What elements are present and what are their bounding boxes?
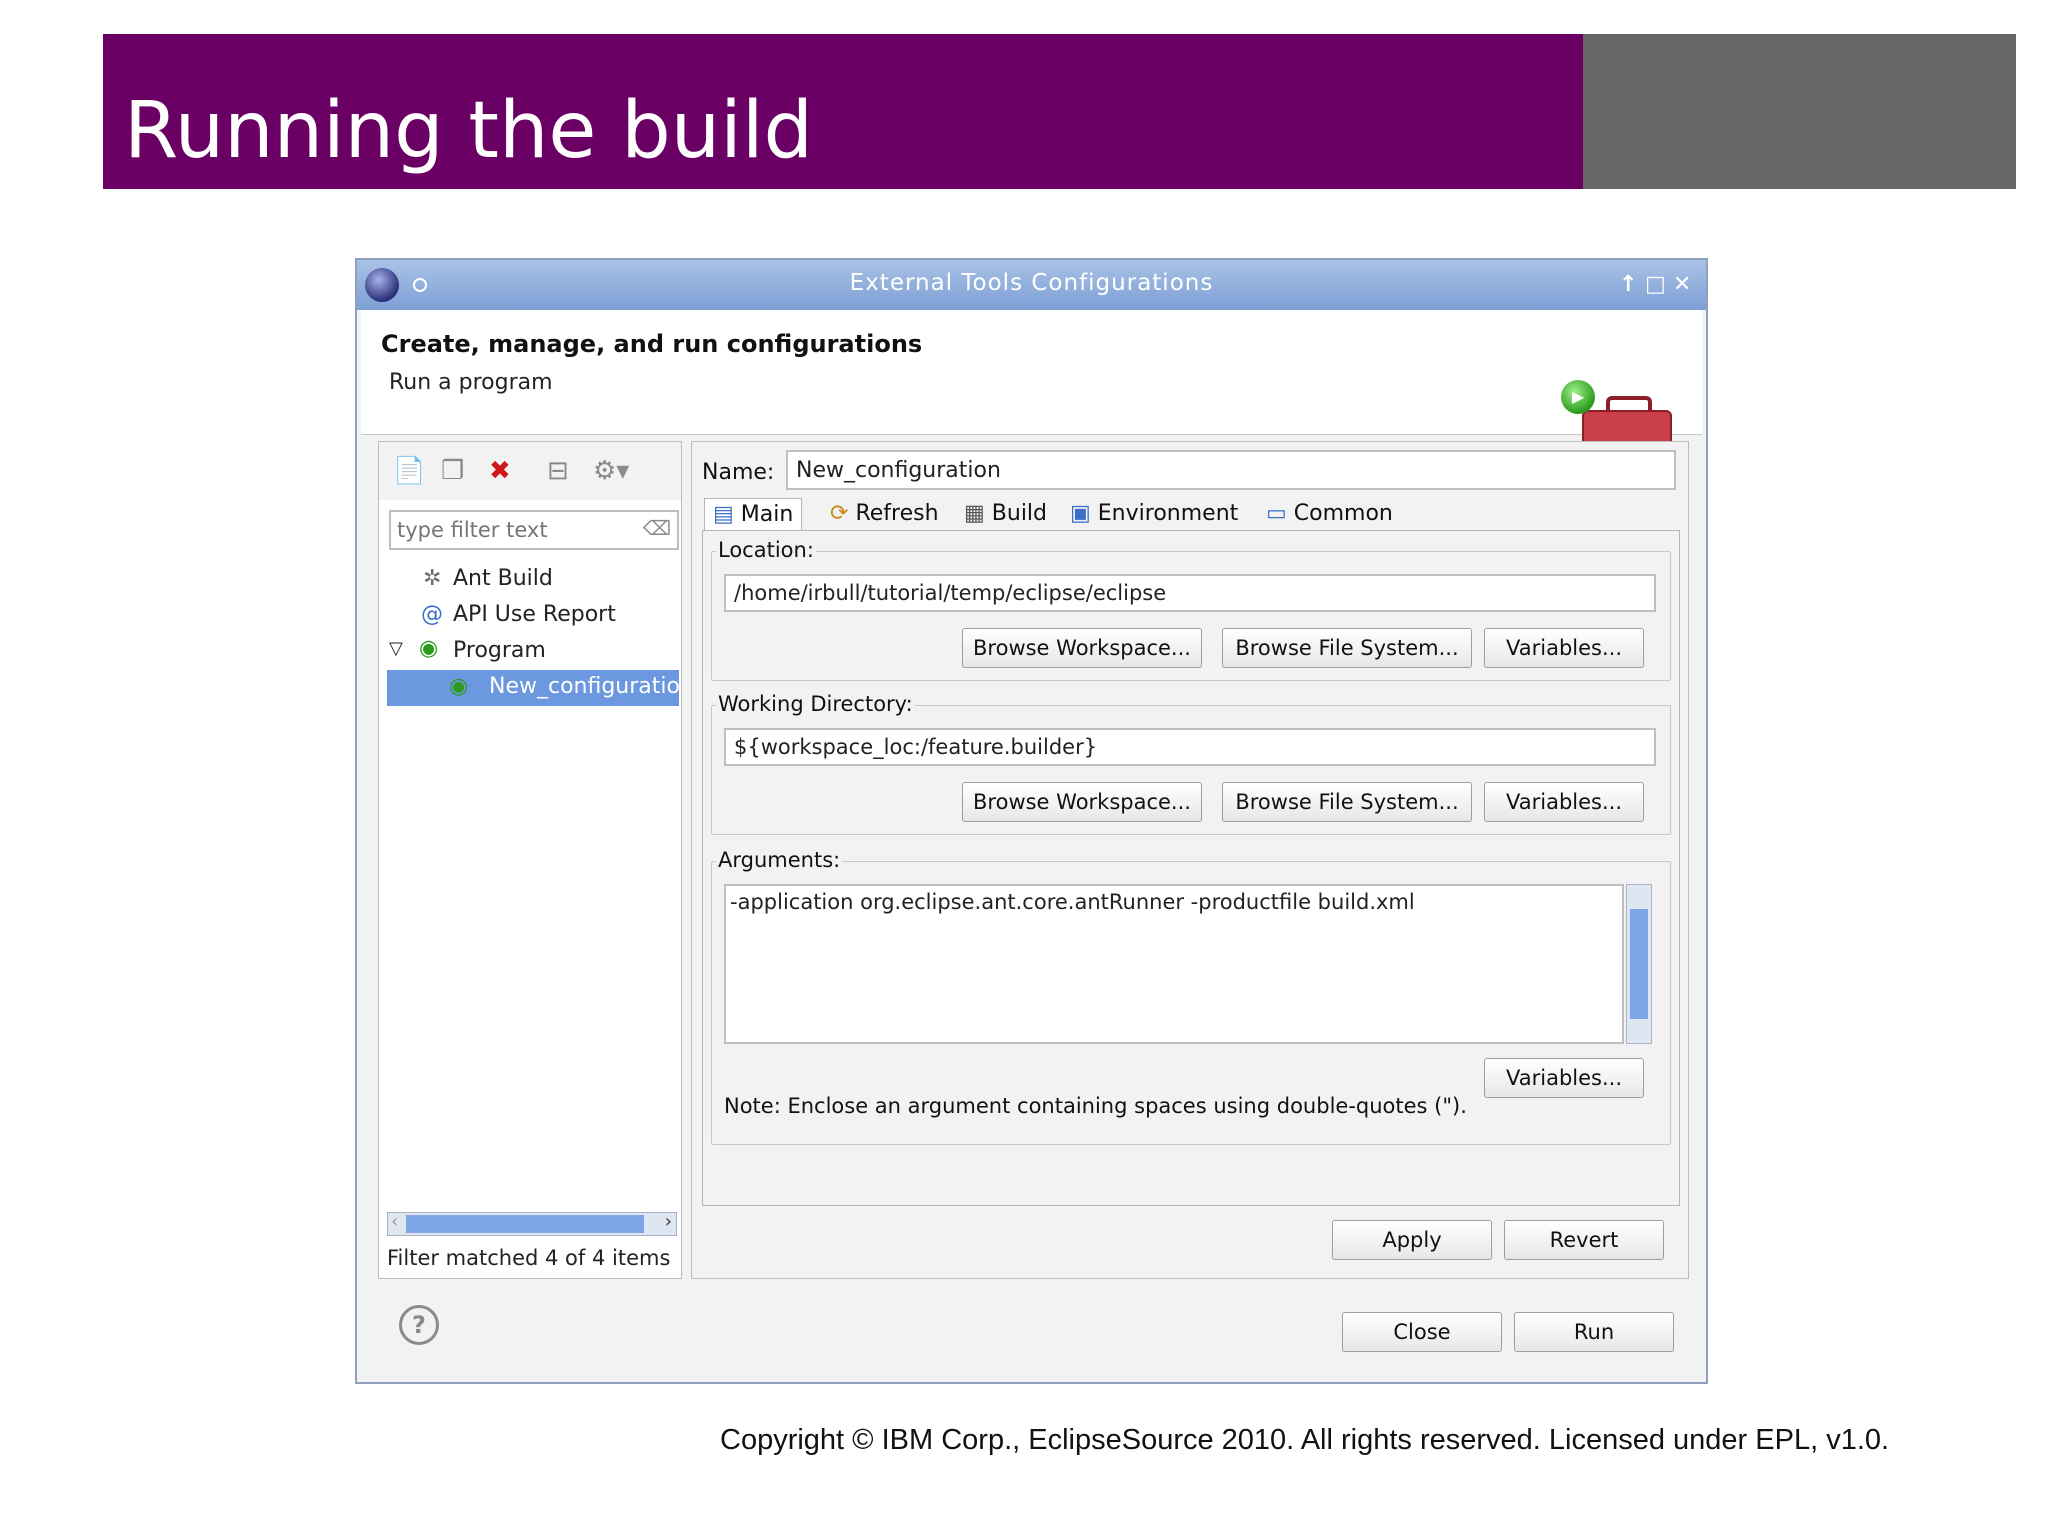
window-title: External Tools Configurations xyxy=(849,270,1214,296)
dialog-banner: Create, manage, and run configurations R… xyxy=(361,310,1702,468)
program-icon: ◉ xyxy=(419,636,439,661)
run-button[interactable]: Run xyxy=(1514,1312,1674,1352)
banner-title: Create, manage, and run configurations xyxy=(381,330,923,358)
ant-icon: ✲ xyxy=(423,566,442,591)
apply-button[interactable]: Apply xyxy=(1332,1220,1492,1260)
arguments-group: Arguments: -application org.eclipse.ant.… xyxy=(711,848,1671,1145)
close-button[interactable]: Close xyxy=(1342,1312,1502,1352)
name-field[interactable] xyxy=(786,450,1676,490)
browse-file-system-button[interactable]: Browse File System... xyxy=(1222,628,1472,668)
arguments-textarea[interactable]: -application org.eclipse.ant.core.antRun… xyxy=(724,884,1624,1044)
tab-refresh[interactable]: ⟳ Refresh xyxy=(830,498,939,532)
browse-workspace-button[interactable]: Browse Workspace... xyxy=(962,628,1202,668)
name-input[interactable] xyxy=(794,452,1658,488)
workdir-variables-button[interactable]: Variables... xyxy=(1484,782,1644,822)
help-icon[interactable]: ? xyxy=(399,1305,439,1345)
tree-item-ant-build[interactable]: Ant Build xyxy=(453,566,553,591)
arguments-vertical-scrollbar[interactable] xyxy=(1626,884,1652,1044)
external-tools-dialog: External Tools Configurations ↑ □ ✕ Crea… xyxy=(355,258,1708,1384)
configuration-editor-panel: Name: ▤ Main ⟳ Refresh ▦ Build ▣ Environ… xyxy=(691,441,1689,1279)
slide-header-accent xyxy=(1583,34,2016,189)
workdir-browse-workspace-button[interactable]: Browse Workspace... xyxy=(962,782,1202,822)
configuration-tree-panel: 📄 ❐ ✖ ⊟ ⚙▾ ⌫ ✲ Ant Build @ API Use Repor… xyxy=(378,441,682,1279)
common-icon: ▭ xyxy=(1266,501,1294,526)
arguments-note: Note: Enclose an argument containing spa… xyxy=(724,1094,1467,1118)
working-directory-field[interactable] xyxy=(724,728,1656,766)
program-config-icon: ◉ xyxy=(449,674,469,699)
tree-horizontal-scrollbar[interactable]: › ‹ xyxy=(387,1211,677,1236)
main-tab-icon: ▤ xyxy=(713,502,741,527)
filter-menu-icon[interactable]: ⚙▾ xyxy=(593,456,629,486)
slide-title: Running the build xyxy=(124,86,814,176)
tab-build[interactable]: ▦ Build xyxy=(964,498,1047,532)
maximize-up-icon[interactable]: ↑ xyxy=(1619,272,1637,297)
location-variables-button[interactable]: Variables... xyxy=(1484,628,1644,668)
main-tab-content: Location: Browse Workspace... Browse Fil… xyxy=(702,530,1680,1206)
new-config-icon[interactable]: 📄 xyxy=(393,456,425,486)
arguments-label: Arguments: xyxy=(716,848,843,872)
window-titlebar[interactable]: External Tools Configurations ↑ □ ✕ xyxy=(357,260,1706,310)
tab-common[interactable]: ▭ Common xyxy=(1266,498,1393,532)
tree-item-program[interactable]: Program xyxy=(453,638,546,663)
banner-subtitle: Run a program xyxy=(389,370,553,395)
scrollbar-thumb[interactable] xyxy=(406,1215,644,1233)
arguments-variables-button[interactable]: Variables... xyxy=(1484,1058,1644,1098)
working-directory-label: Working Directory: xyxy=(716,692,915,716)
clear-filter-icon[interactable]: ⌫ xyxy=(643,516,671,540)
api-report-icon: @ xyxy=(421,602,443,627)
tree-toolbar: 📄 ❐ ✖ ⊟ ⚙▾ xyxy=(379,442,681,500)
location-group: Location: Browse Workspace... Browse Fil… xyxy=(711,538,1671,681)
build-icon: ▦ xyxy=(964,501,992,526)
working-directory-input[interactable] xyxy=(732,730,1636,764)
filter-input[interactable] xyxy=(395,512,639,548)
scroll-left-icon[interactable]: ‹ xyxy=(391,1211,398,1232)
filter-text-field[interactable]: ⌫ xyxy=(389,510,679,550)
tree-item-label: New_configuratio xyxy=(489,674,680,699)
tab-main[interactable]: ▤ Main xyxy=(704,498,803,533)
environment-icon: ▣ xyxy=(1070,501,1098,526)
delete-config-icon[interactable]: ✖ xyxy=(489,456,511,486)
refresh-icon: ⟳ xyxy=(830,501,856,526)
close-window-icon[interactable]: ✕ xyxy=(1673,272,1691,297)
location-input[interactable] xyxy=(732,576,1636,610)
tree-item-api-use-report[interactable]: API Use Report xyxy=(453,602,616,627)
arguments-scrollbar-thumb[interactable] xyxy=(1630,909,1648,1019)
collapse-all-icon[interactable]: ⊟ xyxy=(547,456,569,486)
working-directory-group: Working Directory: Browse Workspace... B… xyxy=(711,692,1671,835)
location-field[interactable] xyxy=(724,574,1656,612)
name-label: Name: xyxy=(702,460,775,485)
expand-triangle-icon[interactable]: ▽ xyxy=(389,638,403,659)
tree-item-new-configuration[interactable]: ◉ New_configuratio xyxy=(387,670,680,706)
location-label: Location: xyxy=(716,538,816,562)
revert-button[interactable]: Revert xyxy=(1504,1220,1664,1260)
run-badge-icon: ▶ xyxy=(1561,380,1595,414)
scroll-right-icon[interactable]: › xyxy=(665,1211,672,1232)
filter-status-text: Filter matched 4 of 4 items xyxy=(387,1246,671,1270)
arguments-text: -application org.eclipse.ant.core.antRun… xyxy=(730,890,1415,914)
tab-environment[interactable]: ▣ Environment xyxy=(1070,498,1238,532)
restore-icon[interactable]: □ xyxy=(1645,272,1666,297)
copyright-text: Copyright © IBM Corp., EclipseSource 201… xyxy=(720,1424,1890,1456)
workdir-browse-file-system-button[interactable]: Browse File System... xyxy=(1222,782,1472,822)
duplicate-config-icon[interactable]: ❐ xyxy=(441,456,464,486)
